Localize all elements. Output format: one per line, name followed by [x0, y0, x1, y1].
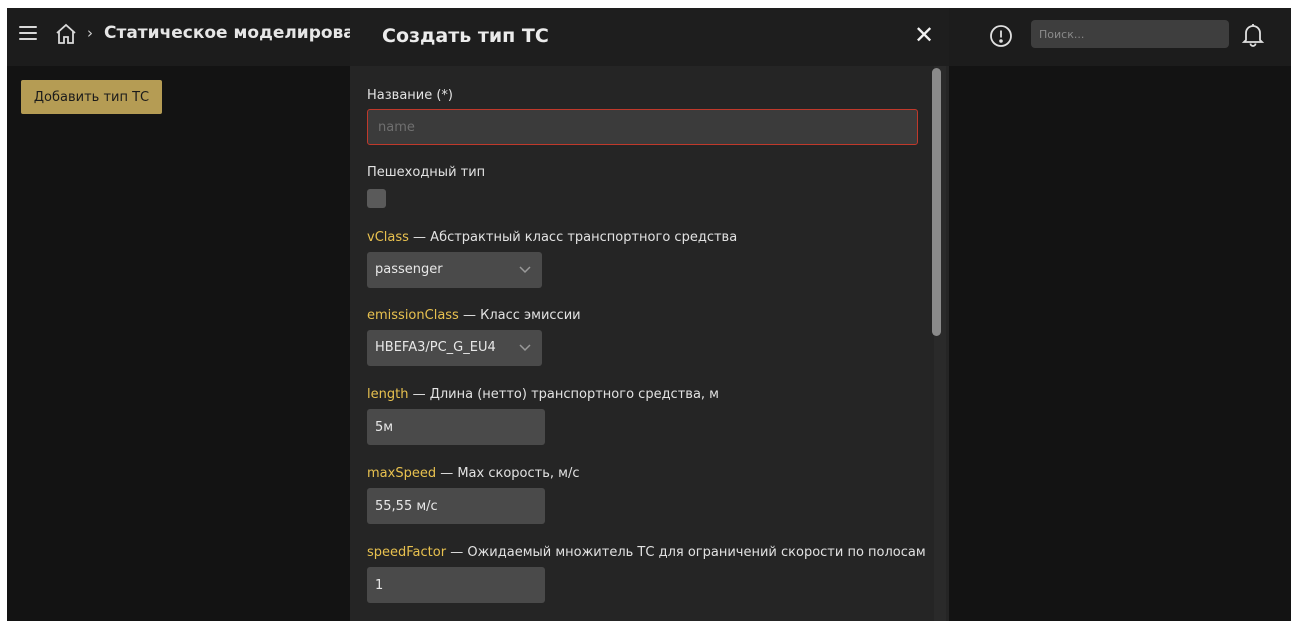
emission-label: emissionClass — Класс эмиссии: [367, 308, 581, 323]
speedfactor-input[interactable]: [367, 567, 545, 603]
app-root: › Статическое моделирован Добавить тип Т…: [7, 8, 1291, 621]
maxspeed-label: maxSpeed — Max скорость, м/с: [367, 466, 580, 481]
maxspeed-desc: — Max скорость, м/с: [436, 466, 580, 481]
close-icon[interactable]: ✕: [913, 22, 935, 48]
maxspeed-key: maxSpeed: [367, 466, 437, 481]
modal-title: Создать тип ТС: [382, 25, 549, 47]
hamburger-menu-icon[interactable]: [19, 26, 37, 42]
vclass-key: vClass: [367, 230, 409, 245]
modal-scrollbar-thumb[interactable]: [932, 68, 941, 336]
name-input[interactable]: [367, 109, 918, 145]
chevron-down-icon: [519, 266, 531, 274]
name-label: Название (*): [367, 88, 454, 103]
maxspeed-input[interactable]: [367, 488, 545, 524]
speedfactor-desc: — Ожидаемый множитель ТС для ограничений…: [446, 545, 926, 560]
vclass-value: passenger: [375, 262, 443, 277]
chevron-down-icon: [519, 344, 531, 352]
page-title: Статическое моделирован: [104, 23, 367, 43]
vclass-label: vClass — Абстрактный класс транспортного…: [367, 230, 737, 245]
create-vehicle-type-modal: Создать тип ТС ✕ Название (*) Пешеходный…: [350, 8, 949, 621]
bell-icon[interactable]: [1241, 21, 1265, 47]
search-input[interactable]: [1031, 20, 1229, 48]
emission-select[interactable]: HBEFA3/PC_G_EU4: [367, 330, 542, 366]
emission-desc: — Класс эмиссии: [458, 308, 581, 323]
vclass-select[interactable]: passenger: [367, 252, 542, 288]
speedfactor-label: speedFactor — Ожидаемый множитель ТС для…: [367, 545, 926, 560]
add-vehicle-type-button[interactable]: Добавить тип ТС: [21, 80, 162, 114]
speedfactor-key: speedFactor: [367, 545, 447, 560]
alert-icon[interactable]: [989, 24, 1013, 48]
length-input[interactable]: [367, 409, 545, 445]
pedestrian-label: Пешеходный тип: [367, 165, 486, 180]
pedestrian-checkbox[interactable]: [367, 189, 386, 208]
breadcrumb-separator: ›: [87, 24, 93, 42]
home-icon[interactable]: [54, 22, 78, 46]
emission-key: emissionClass: [367, 308, 459, 323]
vclass-desc: — Абстрактный класс транспортного средст…: [408, 230, 738, 245]
length-label: length — Длина (нетто) транспортного сре…: [367, 387, 719, 402]
length-desc: — Длина (нетто) транспортного средства, …: [408, 387, 719, 402]
emission-value: HBEFA3/PC_G_EU4: [375, 340, 496, 355]
modal-header: Создать тип ТС ✕: [350, 8, 949, 66]
length-key: length: [367, 387, 409, 402]
